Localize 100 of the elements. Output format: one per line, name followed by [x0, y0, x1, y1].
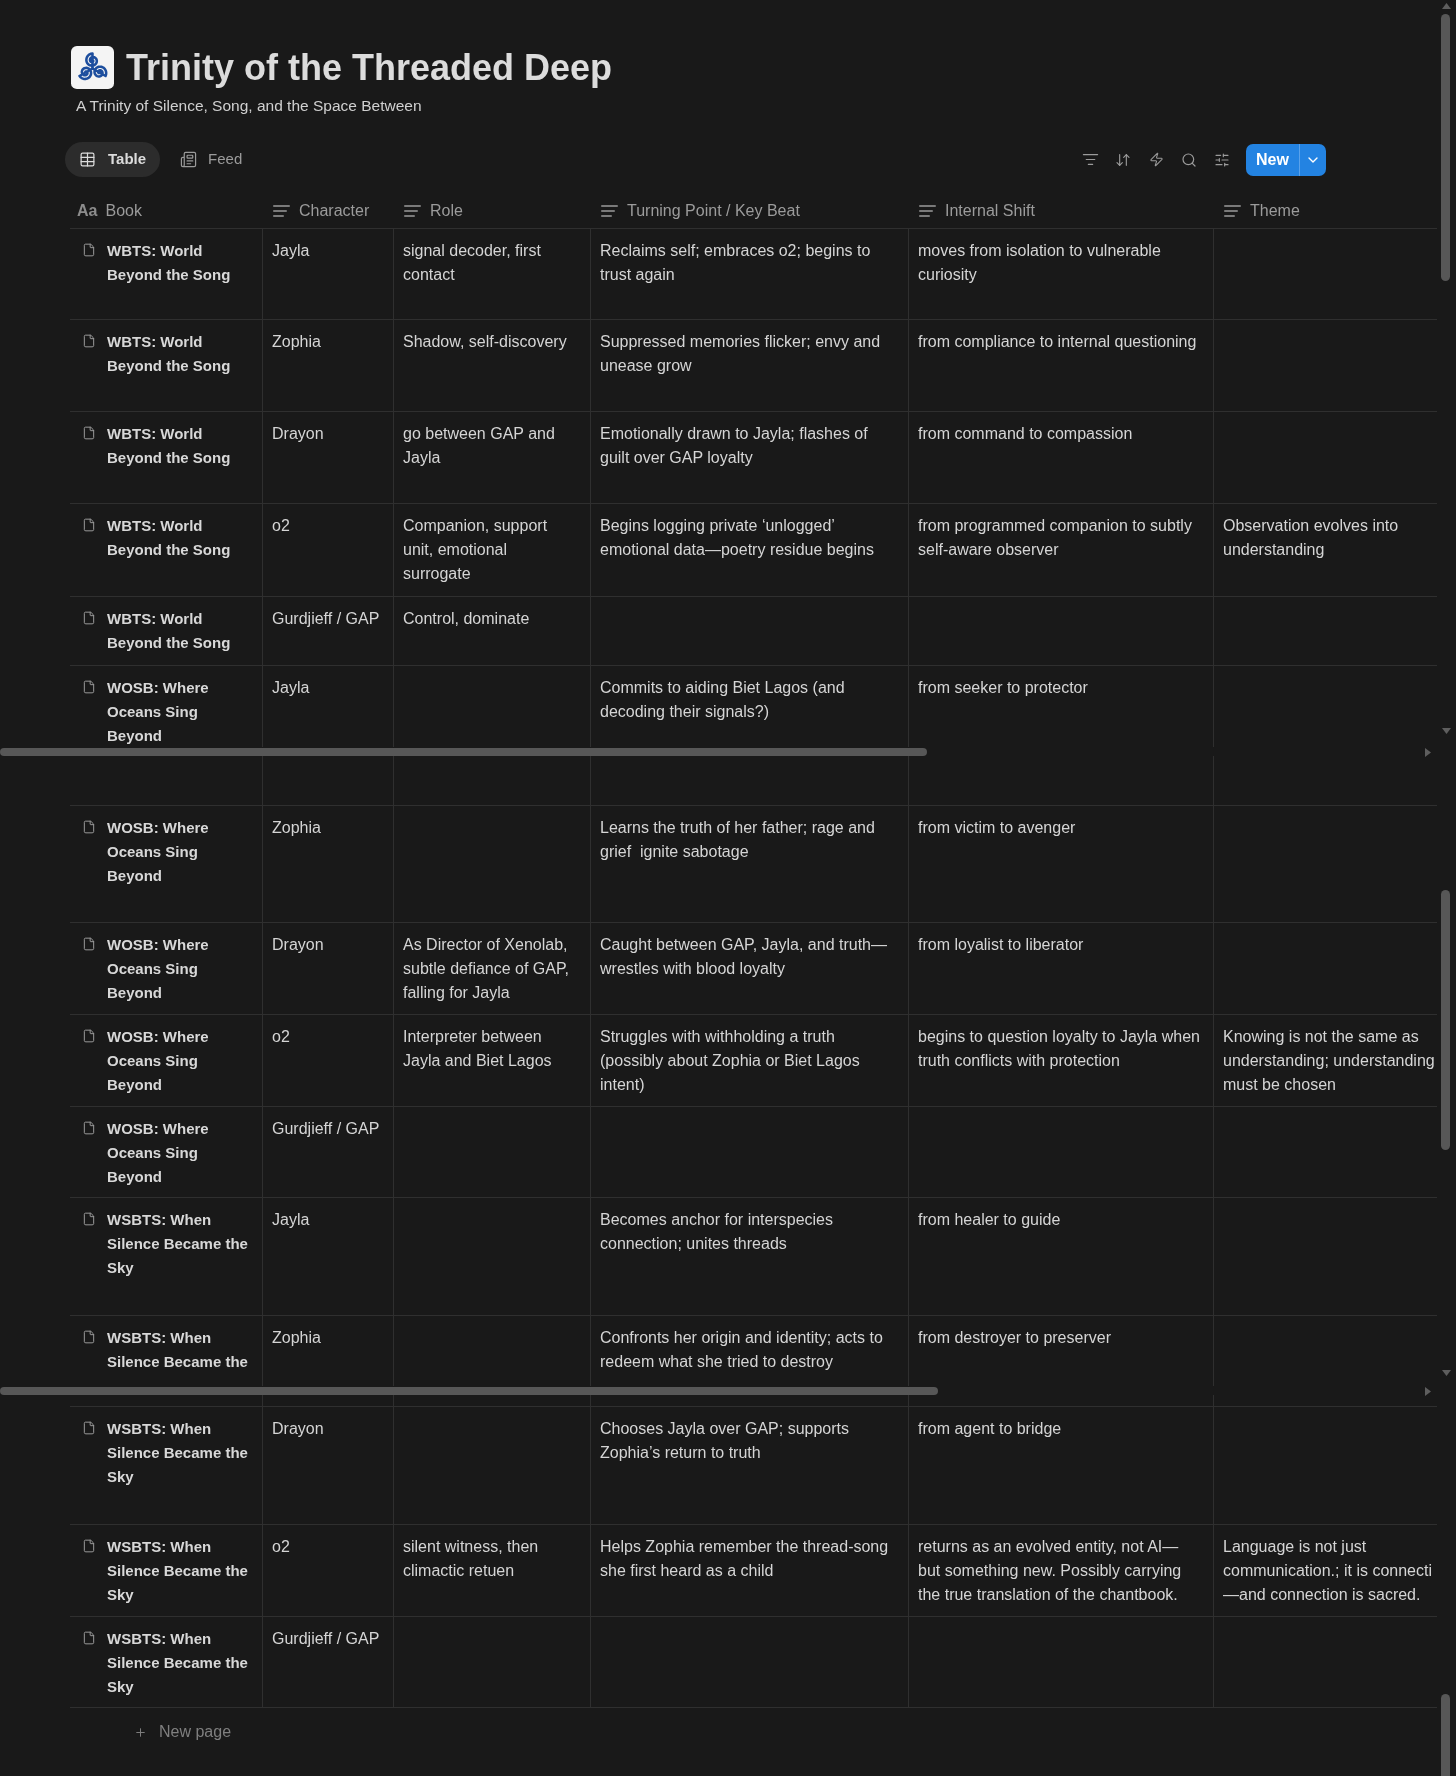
character-name: Drayon	[272, 935, 324, 955]
theme-text: Knowing is not the same as understanding; understanding must be chosen	[1223, 1027, 1436, 1095]
sort-icon	[1115, 151, 1131, 168]
view-tab[interactable]: Feed	[166, 142, 257, 177]
new-page-button[interactable]: New page	[134, 1720, 232, 1744]
character-name: o2	[272, 1027, 290, 1047]
search-icon	[1181, 151, 1197, 168]
page-icon	[82, 611, 96, 625]
turning-point-text: Commits to aiding Biet Lagos (and decoding their signals?)	[600, 678, 846, 722]
page-icon	[82, 518, 96, 532]
column-header[interactable]: Theme	[1214, 193, 1437, 228]
page-icon	[82, 334, 96, 348]
page-title[interactable]: WSBTS: When Silence Became the Sky	[107, 1417, 252, 1489]
page-icon	[82, 1212, 96, 1226]
role-text: Interpreter between Jayla and Biet Lagos	[403, 1027, 553, 1071]
page-title[interactable]: WOSB: Where Oceans Sing Beyond	[107, 1025, 252, 1097]
turning-point-text: Reclaims self; embraces o2; begins to trust again	[600, 241, 872, 285]
scroll-up-arrow-icon[interactable]	[1442, 3, 1451, 9]
text-lines-icon	[1224, 204, 1241, 217]
table-icon	[79, 151, 96, 168]
page-icon	[82, 1631, 96, 1645]
column-header[interactable]: Aa Book	[70, 193, 263, 228]
internal-shift-text: from programmed companion to subtly self-aware observer	[918, 516, 1193, 560]
theme-text: Language is not just communication.; it is connecti —and connection is sacred.	[1223, 1537, 1433, 1605]
internal-shift-text: from agent to bridge	[918, 1419, 1062, 1439]
internal-shift-text: from command to compassion	[918, 424, 1133, 444]
character-name: o2	[272, 1537, 290, 1557]
column-header[interactable]: Turning Point / Key Beat	[591, 193, 909, 228]
text-lines-icon	[919, 204, 936, 217]
new-options-button[interactable]	[1299, 143, 1326, 176]
triple-spiral-icon	[71, 46, 114, 89]
page-title[interactable]: WSBTS: When Silence Became the Sky	[107, 1208, 252, 1280]
view-tab[interactable]: Table	[65, 142, 161, 177]
text-lines-icon	[404, 204, 421, 217]
page-icon	[82, 1421, 96, 1435]
turning-point-text: Learns the truth of her father; rage and grief ignite sabotage	[600, 818, 876, 862]
internal-shift-text: returns as an evolved entity, not AI—but something new. Possibly carrying the true translation of the chantbook.	[918, 1537, 1183, 1605]
lightning-icon	[1148, 152, 1164, 167]
character-name: Drayon	[272, 424, 324, 444]
horizontal-scrollbar-thumb[interactable]	[0, 1387, 938, 1395]
page-title[interactable]: WBTS: World Beyond the Song	[107, 330, 252, 378]
page-title[interactable]: WOSB: Where Oceans Sing Beyond	[107, 676, 252, 747]
character-name: Zophia	[272, 332, 321, 352]
page-title[interactable]: WSBTS: When Silence Became the	[107, 1326, 252, 1374]
role-text: Shadow, self-discovery	[403, 332, 567, 352]
character-name: o2	[272, 516, 290, 536]
character-name: Zophia	[272, 818, 321, 838]
plus-icon	[134, 1725, 147, 1739]
page-icon	[82, 820, 96, 834]
theme-text: Observation evolves into understanding	[1223, 516, 1400, 560]
page-title[interactable]: WOSB: Where Oceans Sing Beyond	[107, 933, 252, 1005]
role-text: go between GAP and Jayla	[403, 424, 556, 468]
filter-icon	[1081, 151, 1099, 168]
internal-shift-text: from seeker to protector	[918, 678, 1088, 698]
role-text: Control, dominate	[403, 609, 530, 629]
character-name: Drayon	[272, 1419, 324, 1439]
text-lines-icon	[273, 204, 290, 217]
scroll-right-arrow-icon[interactable]	[1425, 1387, 1431, 1396]
page-title[interactable]: WSBTS: When Silence Became the Sky	[107, 1627, 252, 1699]
page-icon	[82, 1330, 96, 1344]
character-name: Gurdjieff / GAP	[272, 1629, 380, 1649]
vertical-scrollbar-thumb[interactable]	[1441, 1694, 1450, 1776]
page-icon	[82, 1029, 96, 1043]
role-text: As Director of Xenolab, subtle defiance of GAP, falling for Jayla	[403, 935, 571, 1003]
page-title[interactable]: WBTS: World Beyond the Song	[107, 422, 252, 470]
column-header[interactable]: Internal Shift	[909, 193, 1214, 228]
page-subtitle: A Trinity of Silence, Song, and the Space Between	[76, 96, 422, 116]
page-icon	[82, 426, 96, 440]
text-lines-icon	[601, 204, 618, 217]
page-title[interactable]: WOSB: Where Oceans Sing Beyond	[107, 1117, 252, 1189]
column-header[interactable]: Role	[394, 193, 591, 228]
internal-shift-text: from healer to guide	[918, 1210, 1061, 1230]
page-title[interactable]: WSBTS: When Silence Became the Sky	[107, 1535, 252, 1607]
scroll-right-arrow-icon[interactable]	[1425, 748, 1431, 757]
character-name: Gurdjieff / GAP	[272, 1119, 380, 1139]
horizontal-scrollbar-thumb[interactable]	[0, 748, 927, 756]
internal-shift-text: from destroyer to preserver	[918, 1328, 1111, 1348]
scroll-down-arrow-icon[interactable]	[1442, 1370, 1451, 1376]
page-title[interactable]: WOSB: Where Oceans Sing Beyond	[107, 816, 252, 888]
page-title[interactable]: WBTS: World Beyond the Song	[107, 514, 252, 562]
column-header[interactable]: Character	[263, 193, 394, 228]
turning-point-text: Confronts her origin and identity; acts to redeem what she tried to destroy	[600, 1328, 884, 1372]
page-icon	[82, 680, 96, 694]
character-name: Zophia	[272, 1328, 321, 1348]
character-name: Jayla	[272, 1210, 310, 1230]
character-name: Gurdjieff / GAP	[272, 609, 380, 629]
page-icon	[82, 937, 96, 951]
role-text: silent witness, then climactic retuen	[403, 1537, 540, 1581]
role-text: signal decoder, first contact	[403, 241, 542, 285]
page-title[interactable]: WBTS: World Beyond the Song	[107, 607, 252, 655]
page-icon	[82, 243, 96, 257]
vertical-scrollbar-thumb[interactable]	[1441, 14, 1450, 281]
page-title[interactable]: WBTS: World Beyond the Song	[107, 239, 252, 287]
turning-point-text: Begins logging private ‘unlogged’ emotional data—poetry residue begins	[600, 516, 875, 560]
internal-shift-text: from compliance to internal questioning	[918, 332, 1197, 352]
scroll-down-arrow-icon[interactable]	[1442, 728, 1451, 734]
page-title-heading: Trinity of the Threaded Deep	[126, 46, 613, 89]
new-button[interactable]: New	[1246, 143, 1299, 176]
internal-shift-text: from victim to avenger	[918, 818, 1076, 838]
vertical-scrollbar-thumb[interactable]	[1441, 890, 1450, 1150]
